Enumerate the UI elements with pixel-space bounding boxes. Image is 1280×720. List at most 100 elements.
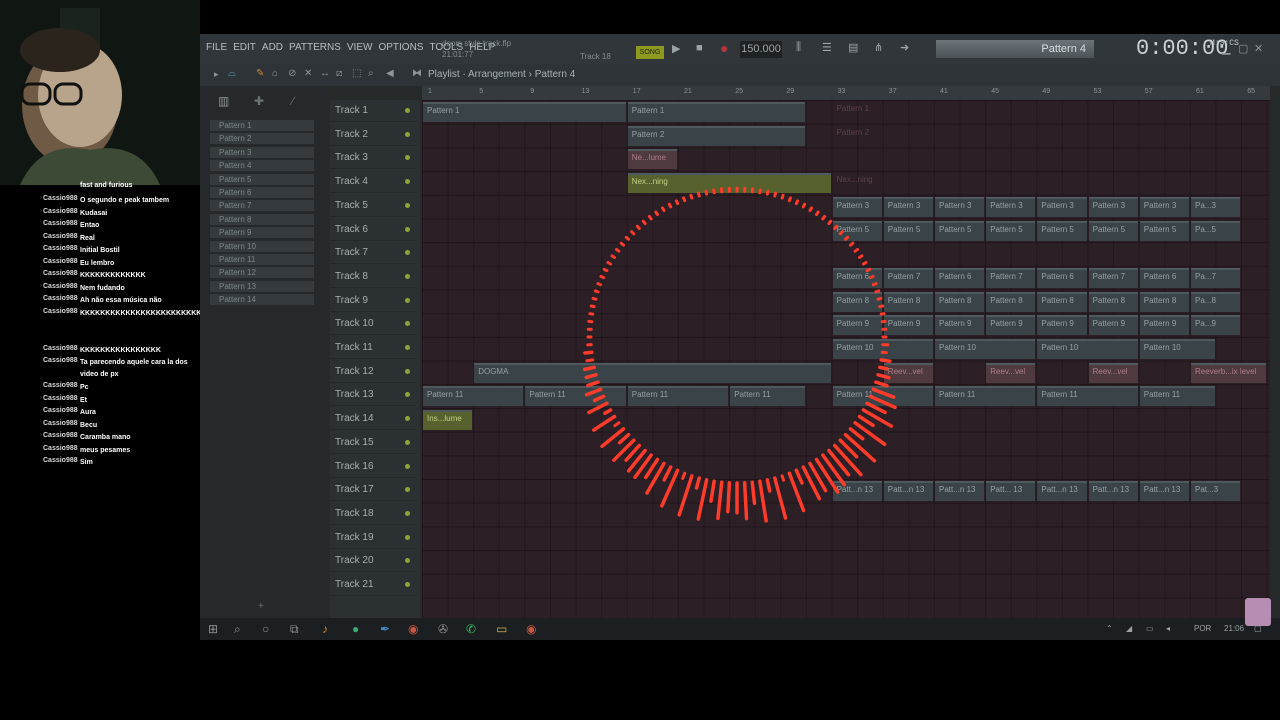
- playlist-clip[interactable]: Pattern 8: [1088, 291, 1138, 312]
- playlist-clip[interactable]: Pattern 7: [1088, 267, 1138, 288]
- playlist-clip[interactable]: Pattern 11: [730, 386, 805, 407]
- playlist-clip[interactable]: Patt... 13: [986, 481, 1036, 502]
- track-enable-icon[interactable]: [405, 345, 410, 350]
- playlist-clip[interactable]: Pattern 3: [832, 196, 882, 217]
- playlist-clip[interactable]: Patt...n 13: [1037, 481, 1087, 502]
- track-header[interactable]: Track 4: [330, 171, 416, 194]
- add-icon[interactable]: ✚: [254, 94, 264, 108]
- menu-item-options[interactable]: OPTIONS: [378, 42, 423, 53]
- track-header[interactable]: Track 20: [330, 550, 416, 573]
- pattern-list-item[interactable]: Pattern 3: [210, 146, 314, 158]
- mixer-icon[interactable]: ⫼: [796, 41, 801, 54]
- playlist-clip[interactable]: Pattern 8: [935, 291, 985, 312]
- playlist-clip[interactable]: Pattern 10: [935, 339, 1036, 359]
- track-header[interactable]: Track 18: [330, 503, 416, 525]
- track-enable-icon[interactable]: [405, 368, 410, 374]
- pattern-selector[interactable]: Pattern 4: [936, 40, 1094, 58]
- spotify-icon[interactable]: ●: [352, 622, 359, 636]
- track-enable-icon[interactable]: [405, 510, 410, 516]
- pen-app-icon[interactable]: ✒: [380, 622, 390, 636]
- playlist-clip[interactable]: Pa...9: [1191, 315, 1241, 336]
- playlist-clip[interactable]: Patt...n 13: [832, 481, 882, 502]
- playlist-view-icon[interactable]: ⧓: [412, 68, 422, 79]
- track-enable-icon[interactable]: [405, 392, 410, 398]
- playlist-clip[interactable]: Pattern 11: [627, 386, 729, 407]
- tray-chevron-icon[interactable]: ⌃: [1106, 624, 1113, 633]
- track-header[interactable]: Track 10: [330, 313, 416, 336]
- pattern-list-item[interactable]: Pattern 11: [210, 254, 314, 265]
- track-header[interactable]: Track 13: [330, 384, 416, 407]
- playlist-grid[interactable]: Pattern 1 Pattern 1 Pattern 1 Pattern 2 Patt…: [422, 100, 1270, 618]
- track-enable-icon[interactable]: [405, 226, 410, 232]
- playlist-clip[interactable]: Pattern 10: [1139, 339, 1215, 359]
- playlist-clip[interactable]: Pattern 8: [1139, 291, 1189, 312]
- track-header[interactable]: Track 19: [330, 527, 416, 549]
- playlist-clip[interactable]: Pattern 7: [883, 267, 933, 288]
- record-icon[interactable]: ●: [720, 40, 728, 56]
- track-enable-icon[interactable]: [405, 321, 410, 327]
- playlist-clip[interactable]: Pattern 5: [1139, 220, 1189, 241]
- track-header[interactable]: Track 2: [330, 124, 416, 146]
- delete-icon[interactable]: ⊘: [288, 68, 296, 79]
- playlist-clip[interactable]: Patt...n 13: [1139, 481, 1189, 502]
- search-icon[interactable]: ⌕: [234, 622, 241, 637]
- track-header[interactable]: Track 16: [330, 456, 416, 478]
- track-enable-icon[interactable]: [405, 179, 410, 185]
- playlist-clip[interactable]: Pattern 2: [833, 126, 1036, 146]
- playlist-clip[interactable]: Reev...vel: [883, 362, 933, 383]
- browser-icon[interactable]: ⋔: [874, 41, 883, 54]
- playlist-clip[interactable]: Pat...3: [1191, 481, 1241, 502]
- playlist-clip[interactable]: Pattern 5: [883, 220, 933, 241]
- track-header[interactable]: Track 15: [330, 432, 416, 454]
- playlist-clip[interactable]: Reeverb...ix level: [1191, 362, 1266, 383]
- track-header[interactable]: Track 3: [330, 147, 416, 170]
- slice-icon[interactable]: ⧄: [336, 68, 342, 79]
- pattern-list-item[interactable]: Pattern 14: [210, 294, 314, 306]
- volume-icon[interactable]: ◂: [1166, 624, 1170, 633]
- track-enable-icon[interactable]: [405, 202, 410, 208]
- playlist-clip[interactable]: Pattern 5: [832, 220, 882, 241]
- playlist-clip[interactable]: Patt...n 13: [883, 481, 933, 502]
- playlist-clip[interactable]: Pattern 11: [832, 386, 933, 407]
- playlist-clip[interactable]: Pattern 8: [883, 291, 933, 312]
- playlist-clip[interactable]: Pattern 9: [1139, 315, 1189, 336]
- track-enable-icon[interactable]: [405, 534, 410, 540]
- track-header[interactable]: Track 6: [330, 219, 416, 241]
- menu-item-view[interactable]: VIEW: [347, 42, 373, 53]
- pattern-list-item[interactable]: Pattern 2: [210, 133, 314, 145]
- track-enable-icon[interactable]: [405, 297, 410, 303]
- track-enable-icon[interactable]: [405, 463, 410, 469]
- language-indicator[interactable]: POR: [1194, 624, 1211, 633]
- playlist-clip[interactable]: Pattern 11: [1139, 386, 1215, 407]
- playlist-clip[interactable]: Pattern 9: [986, 315, 1036, 336]
- playlist-clip[interactable]: Pattern 6: [1037, 267, 1087, 288]
- song-mode-button[interactable]: SONG: [636, 46, 664, 59]
- pattern-list-item[interactable]: Pattern 7: [210, 200, 314, 212]
- playlist-clip[interactable]: Pattern 8: [832, 291, 882, 312]
- playlist-clip[interactable]: Pattern 7: [986, 267, 1036, 288]
- picker-icon[interactable]: ▥: [218, 94, 229, 108]
- track-enable-icon[interactable]: [405, 439, 410, 445]
- piano-roll-icon[interactable]: ▤: [848, 41, 858, 54]
- pencil-icon[interactable]: ✎: [256, 68, 264, 79]
- playlist-clip[interactable]: Pattern 8: [1037, 291, 1087, 312]
- tempo-display[interactable]: 150.000: [740, 41, 782, 58]
- track-enable-icon[interactable]: [405, 487, 410, 493]
- playlist-clip[interactable]: Pattern 3: [1088, 196, 1138, 217]
- menu-item-file[interactable]: FILE: [206, 42, 227, 53]
- fl-studio-icon[interactable]: ♪: [322, 622, 328, 636]
- track-header[interactable]: Track 11: [330, 337, 416, 359]
- playlist-clip[interactable]: Pattern 3: [1037, 196, 1087, 217]
- playlist-clip[interactable]: Pattern 3: [883, 196, 933, 217]
- playlist-clip[interactable]: Pattern 9: [832, 315, 882, 336]
- playlist-clip[interactable]: Pattern 9: [935, 315, 985, 336]
- track-header[interactable]: Track 17: [330, 479, 416, 502]
- track-header[interactable]: Track 8: [330, 266, 416, 288]
- track-header[interactable]: Track 14: [330, 408, 416, 431]
- folder-icon[interactable]: ▭: [496, 622, 507, 636]
- playlist-clip[interactable]: Pattern 9: [883, 315, 933, 336]
- arrow-icon[interactable]: ➜: [900, 41, 909, 54]
- play-icon[interactable]: ▶: [672, 42, 680, 55]
- pattern-list-item[interactable]: Pattern 10: [210, 240, 314, 252]
- playlist-clip[interactable]: Pattern 5: [1037, 220, 1087, 241]
